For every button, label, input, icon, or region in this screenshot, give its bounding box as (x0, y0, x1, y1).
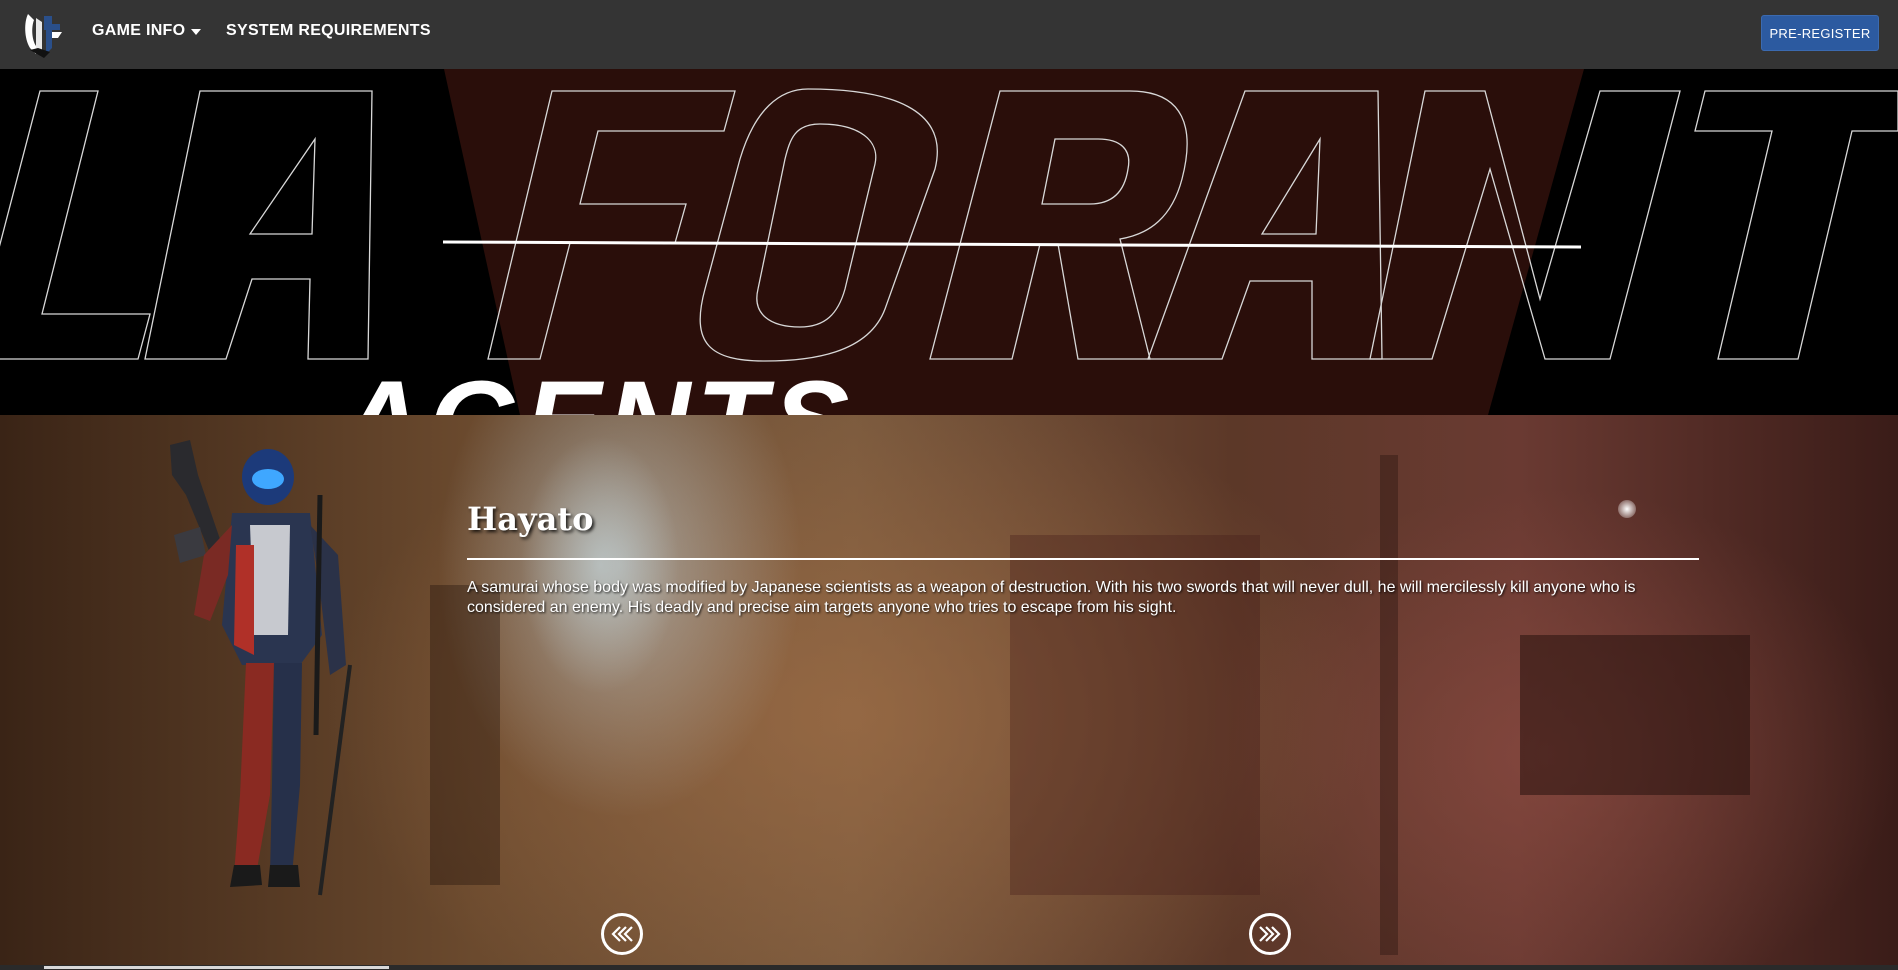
agent-description: A samurai whose body was modified by Jap… (467, 579, 1636, 616)
double-chevron-right-icon (1259, 926, 1281, 942)
top-navbar: GAME INFO SYSTEM REQUIREMENTS PRE-REGIST… (0, 0, 1898, 69)
nav-game-info-label: GAME INFO (92, 22, 186, 40)
nav-system-requirements[interactable]: SYSTEM REQUIREMENTS (226, 22, 431, 40)
prev-agent-button[interactable] (601, 913, 643, 955)
bg-shelf (1520, 635, 1750, 795)
agent-carousel: Hayato A samurai whose body was modified… (0, 415, 1898, 965)
agent-name: Hayato (467, 500, 594, 538)
hero-graphic: AGENTS (0, 69, 1898, 415)
nav-game-info[interactable]: GAME INFO (92, 22, 202, 40)
bg-glow (520, 435, 680, 695)
bg-pillar (430, 585, 500, 885)
next-agent-button[interactable] (1249, 913, 1291, 955)
agent-portrait (170, 440, 352, 896)
bg-light (1618, 500, 1636, 518)
caret-down-icon (191, 22, 202, 40)
agent-divider (467, 558, 1699, 560)
bg-pipe (1380, 455, 1398, 955)
hero-banner: AGENTS (0, 69, 1898, 415)
double-chevron-left-icon (611, 926, 633, 942)
scrollbar-thumb[interactable] (44, 966, 389, 969)
pre-register-button[interactable]: PRE-REGISTER (1761, 15, 1879, 51)
agents-title: AGENTS (337, 358, 855, 415)
logo-icon[interactable] (22, 8, 66, 60)
